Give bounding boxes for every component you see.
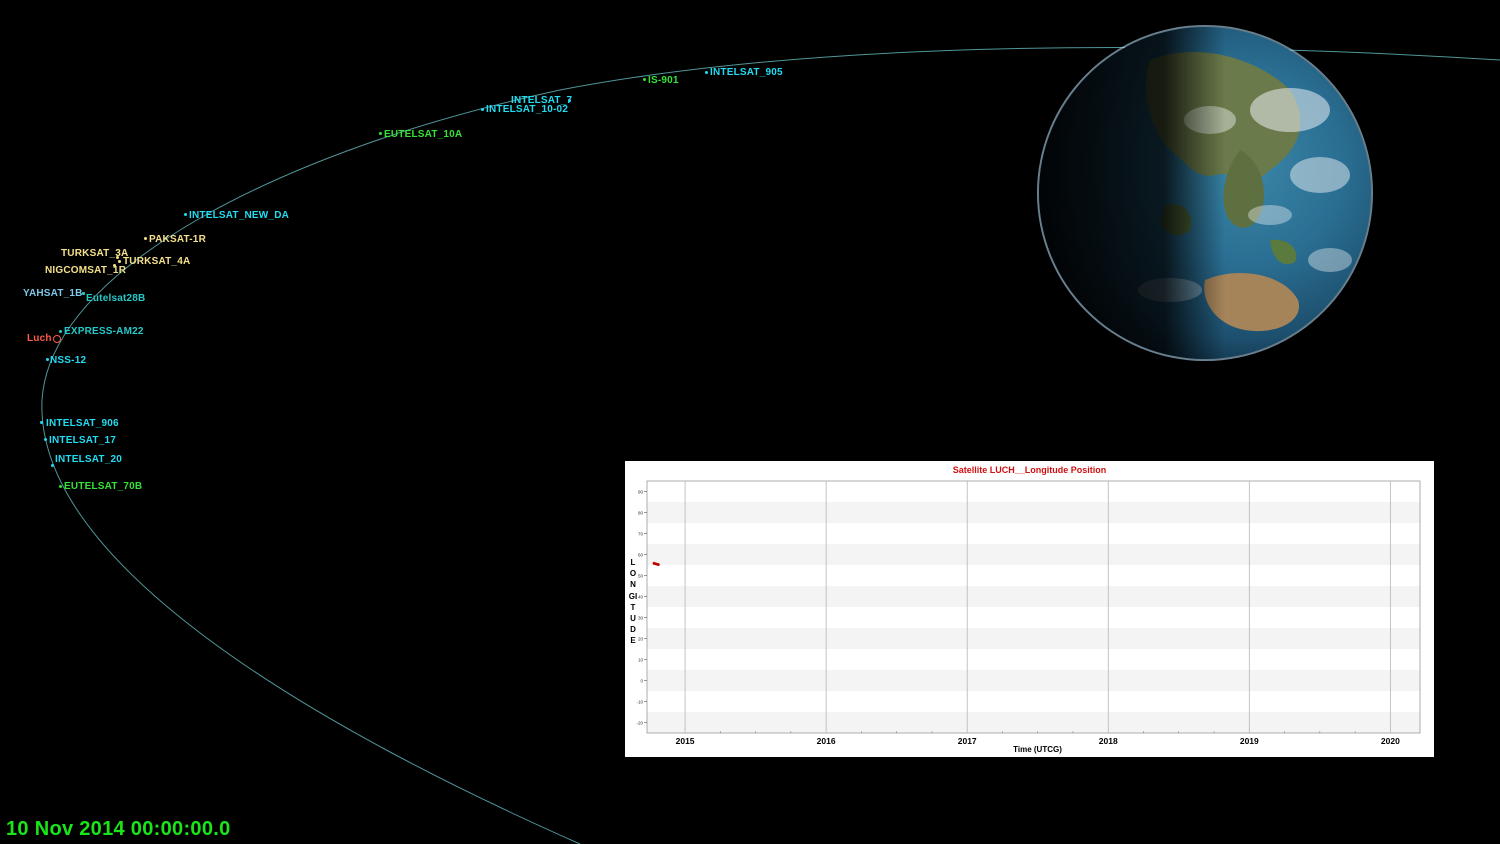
satellite-dot-intelsat-17[interactable]	[44, 438, 47, 441]
satellite-dot-intelsat-10-02[interactable]	[481, 108, 484, 111]
chart-y-tick-label: 90	[638, 490, 644, 495]
satellite-label-nss-12[interactable]: NSS-12	[50, 355, 86, 366]
earth-landmass	[1039, 27, 1371, 359]
chart-y-tick-label: 70	[638, 532, 644, 537]
satellite-dot-express-am22[interactable]	[59, 330, 62, 333]
earth-globe	[1037, 25, 1373, 361]
chart-y-tick-label: 40	[638, 595, 644, 600]
satellite-label-intelsat-new-da[interactable]: INTELSAT_NEW_DA	[189, 210, 289, 221]
satellite-dot-turksat-3a[interactable]	[116, 256, 119, 259]
satellite-dot-eutelsat-10a[interactable]	[379, 132, 382, 135]
satellite-dot-eutelsat28b[interactable]	[82, 292, 85, 295]
satellite-dot-is-901[interactable]	[643, 78, 646, 81]
chart-y-tick-label: -20	[636, 721, 643, 726]
chart-y-tick-label: 30	[638, 616, 644, 621]
chart-y-tick-label: 60	[638, 553, 644, 558]
chart-y-tick-label: 20	[638, 637, 644, 642]
chart-y-tick-label: 50	[638, 574, 644, 579]
chart-x-axis-label: Time (UTCG)	[1013, 745, 1062, 754]
satellite-dot-nigcomsat-1r[interactable]	[113, 264, 116, 267]
chart-y-tick-label: 80	[638, 511, 644, 516]
satellite-dot-intelsat-new-da[interactable]	[184, 213, 187, 216]
satellite-label-turksat-4a[interactable]: TURKSAT_4A	[123, 256, 190, 267]
chart-title: Satellite LUCH__Longitude Position	[952, 465, 1107, 475]
chart-band	[647, 586, 1420, 607]
satellite-label-intelsat-10-02[interactable]: INTELSAT_10-02	[486, 104, 568, 115]
chart-y-tick-label: -10	[636, 700, 643, 705]
satellite-dot-paksat-1r[interactable]	[144, 237, 147, 240]
simulation-time: 10 Nov 2014 00:00:00.0	[6, 818, 231, 840]
satellite-label-yahsat-1b[interactable]: YAHSAT_1B	[23, 288, 83, 299]
satellite-label-eutelsat-70b[interactable]: EUTELSAT_70B	[64, 481, 142, 492]
satellite-label-luch[interactable]: Luch	[27, 333, 52, 344]
satellite-label-paksat-1r[interactable]: PAKSAT-1R	[149, 234, 206, 245]
satellite-dot-intelsat-905[interactable]	[705, 71, 708, 74]
chart-band	[647, 544, 1420, 565]
satellite-label-is-901[interactable]: IS-901	[648, 75, 679, 86]
satellite-dot-intelsat-20[interactable]	[51, 464, 54, 467]
satellite-label-eutelsat28b[interactable]: Eutelsat28B	[86, 293, 145, 304]
chart-data-point	[656, 563, 660, 566]
satellite-dot-intelsat-906[interactable]	[40, 421, 43, 424]
longitude-chart-panel[interactable]: 90 80 70 60 50 40 30 20 10 0 -10 -20 2015 2016 2017 201…	[625, 461, 1434, 757]
longitude-chart: 9080706050403020100-10-202015 2016 2017 201…	[636, 480, 1421, 746]
satellite-label-express-am22[interactable]: EXPRESS-AM22	[64, 326, 144, 337]
chart-y-axis-label: LONGITUDE	[628, 558, 638, 646]
chart-y-tick-label: 0	[640, 679, 643, 684]
chart-band	[647, 502, 1420, 523]
satellite-dot-intelsat-7[interactable]	[568, 99, 571, 102]
satellite-label-intelsat-906[interactable]: INTELSAT_906	[46, 418, 119, 429]
chart-band	[647, 712, 1420, 733]
satellite-dot-nss-12[interactable]	[46, 358, 49, 361]
chart-band	[647, 628, 1420, 649]
chart-y-tick-label: 10	[638, 658, 644, 663]
luch-target-marker[interactable]	[53, 335, 61, 343]
satellite-dot-turksat-4a[interactable]	[118, 260, 121, 263]
chart-band	[647, 670, 1420, 691]
satellite-label-eutelsat-10a[interactable]: EUTELSAT_10A	[384, 129, 462, 140]
satellite-dot-eutelsat-70b[interactable]	[59, 485, 62, 488]
satellite-label-intelsat-905[interactable]: INTELSAT_905	[710, 67, 783, 78]
satellite-label-intelsat-20[interactable]: INTELSAT_20	[55, 454, 122, 465]
satellite-label-intelsat-17[interactable]: INTELSAT_17	[49, 435, 116, 446]
